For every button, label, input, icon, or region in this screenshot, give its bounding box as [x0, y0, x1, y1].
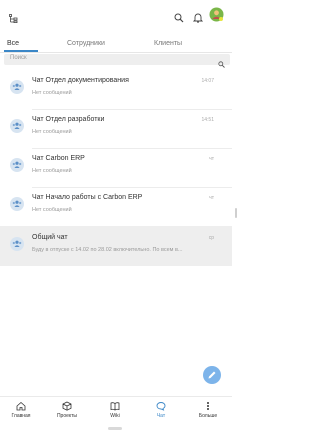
chat-title: Чат Отдел разработки	[32, 116, 105, 123]
chat-title: Общий чат	[32, 234, 68, 241]
chat-list-item[interactable]: Чат Carbon ERP Нет сообщений чт	[0, 147, 232, 187]
tabs-divider	[0, 52, 232, 53]
bottom-navigation: Главная Проекты Wiki Чат Больше	[0, 396, 232, 426]
nav-more[interactable]: Больше	[188, 401, 228, 419]
chat-preview: Нет сообщений	[32, 129, 72, 135]
chat-list-item[interactable]: Чат Отдел разработки Нет сообщений 14:51	[0, 108, 232, 148]
user-avatar[interactable]	[209, 7, 224, 27]
scroll-handle[interactable]	[235, 208, 237, 218]
chat-preview: Нет сообщений	[32, 168, 72, 174]
chat-list-item[interactable]: Чат Начало работы с Carbon ERP Нет сообщ…	[0, 186, 232, 226]
nav-projects[interactable]: Проекты	[47, 401, 87, 419]
chat-list-item-active[interactable]: Общий чат Буду в отпуске с 14.02 по 28.0…	[0, 226, 232, 266]
chat-preview: Буду в отпуске с 14.02 по 28.02 включите…	[32, 247, 183, 253]
pencil-icon	[208, 371, 216, 379]
group-icon	[12, 200, 22, 207]
group-icon	[12, 240, 22, 247]
chat-title: Чат Отдел документирования	[32, 77, 129, 84]
chat-preview: Нет сообщений	[32, 90, 72, 96]
chat-title: Чат Carbon ERP	[32, 155, 85, 162]
tab-all[interactable]: Все	[7, 40, 19, 47]
chat-icon	[156, 402, 166, 411]
nav-wiki[interactable]: Wiki	[95, 401, 135, 419]
group-chat-avatar	[10, 119, 24, 133]
chat-time: чт	[209, 195, 214, 201]
chat-preview: Нет сообщений	[32, 207, 72, 213]
home-icon	[16, 401, 26, 411]
nav-home[interactable]: Главная	[1, 401, 41, 419]
nav-projects-label: Проекты	[56, 413, 78, 419]
group-chat-avatar	[10, 158, 24, 172]
chat-time: 14:51	[201, 117, 214, 123]
search-placeholder: Поиск	[10, 55, 27, 61]
group-icon	[12, 161, 22, 168]
chat-time: чт	[209, 156, 214, 162]
nav-home-label: Главная	[11, 413, 31, 419]
compose-button[interactable]	[203, 366, 221, 384]
group-icon	[12, 83, 22, 90]
box-icon	[62, 401, 72, 411]
group-icon	[12, 122, 22, 129]
chat-title: Чат Начало работы с Carbon ERP	[32, 194, 143, 201]
nav-wiki-label: Wiki	[110, 413, 120, 419]
tree-structure-icon[interactable]	[9, 10, 18, 28]
more-icon	[207, 402, 209, 410]
search-input[interactable]: Поиск	[4, 54, 230, 68]
nav-chat-label: Чат	[156, 413, 166, 419]
search-icon[interactable]	[174, 10, 184, 28]
book-icon	[110, 402, 120, 411]
home-indicator	[108, 427, 122, 430]
chat-time: 14:07	[201, 78, 214, 84]
nav-chat[interactable]: Чат	[141, 401, 181, 419]
chat-time: ср	[208, 235, 214, 241]
nav-more-label: Больше	[198, 413, 218, 419]
bell-icon[interactable]	[192, 10, 204, 28]
group-chat-avatar	[10, 237, 24, 251]
chat-list-item[interactable]: Чат Отдел документирования Нет сообщений…	[0, 69, 232, 109]
tab-clients[interactable]: Клиенты	[154, 40, 182, 47]
top-bar	[0, 0, 240, 32]
tab-employees[interactable]: Сотрудники	[67, 40, 105, 47]
group-chat-avatar	[10, 197, 24, 211]
group-chat-avatar	[10, 80, 24, 94]
